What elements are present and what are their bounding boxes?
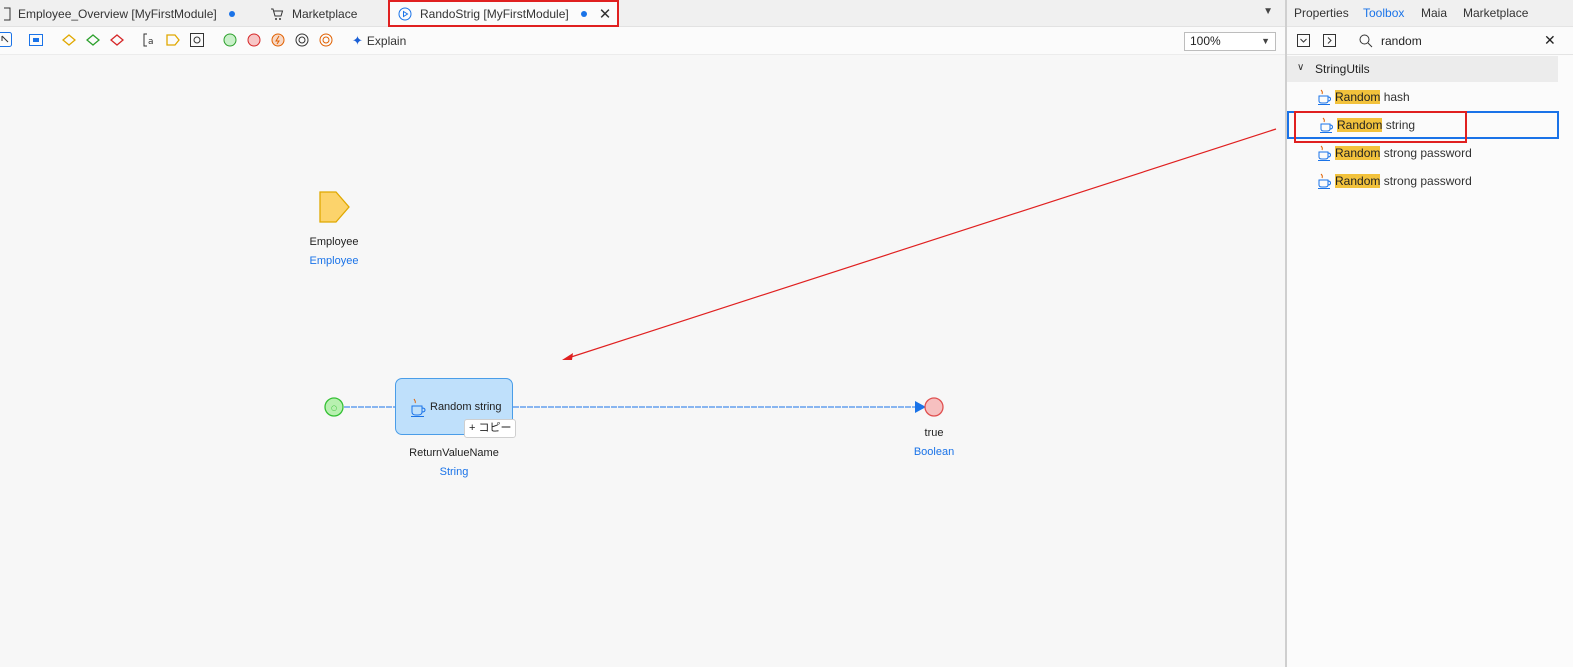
tab-label: Employee_Overview [MyFirstModule] bbox=[18, 6, 217, 21]
decision-green-icon[interactable] bbox=[86, 33, 100, 47]
flow-lines: ○ bbox=[319, 128, 1277, 417]
screen-tool-icon[interactable] bbox=[29, 33, 43, 47]
tab-marketplace[interactable]: Marketplace bbox=[270, 0, 357, 27]
return-variable-type: String bbox=[439, 466, 469, 478]
search-icon bbox=[1359, 34, 1373, 48]
cart-icon bbox=[271, 8, 284, 20]
end-event-icon[interactable] bbox=[247, 33, 261, 47]
expand-all-icon[interactable] bbox=[1323, 34, 1337, 48]
unsaved-dot bbox=[228, 10, 235, 17]
chevron-down-icon: ▼ bbox=[1261, 36, 1270, 46]
return-variable-name: ReturnValueName bbox=[409, 447, 499, 459]
java-action-icon bbox=[1318, 145, 1331, 161]
tab-marketplace[interactable]: Marketplace bbox=[1463, 6, 1528, 20]
chevron-down-icon[interactable]: ▼ bbox=[1263, 6, 1273, 17]
collapse-all-icon[interactable] bbox=[1297, 34, 1311, 48]
zoom-select[interactable]: 100% ▼ bbox=[1184, 32, 1276, 51]
toolbox-item[interactable]: Random hash bbox=[1287, 84, 1558, 110]
parameter-type: Employee bbox=[309, 255, 359, 267]
end-event-type: Boolean bbox=[913, 446, 955, 458]
pointer-tool-icon[interactable] bbox=[0, 32, 13, 48]
annotation-box-tab bbox=[388, 0, 619, 27]
toolbox-item-label: Random strong password bbox=[1335, 174, 1472, 188]
copy-tooltip: + コピー bbox=[464, 419, 516, 438]
app-window: Employee_Overview [MyFirstModule] Market… bbox=[0, 0, 1573, 667]
right-panel: Properties Toolbox Maia Marketplace rand… bbox=[1285, 0, 1573, 667]
svg-text:○: ○ bbox=[331, 404, 337, 412]
parameter-tool-icon[interactable] bbox=[166, 33, 180, 47]
decision-red-icon[interactable] bbox=[110, 33, 124, 47]
zoom-value: 100% bbox=[1190, 34, 1221, 48]
toolbox-search-bar: random ✕ bbox=[1287, 28, 1573, 55]
editor-tab-bar: Employee_Overview [MyFirstModule] Market… bbox=[0, 0, 1285, 27]
tab-label: Marketplace bbox=[292, 6, 358, 21]
decision-yellow-icon[interactable] bbox=[62, 33, 76, 47]
java-action-icon bbox=[1318, 89, 1331, 105]
parameter-name: Employee bbox=[309, 236, 359, 248]
continue-event-icon[interactable] bbox=[295, 33, 309, 47]
microflow-toolbar: a ✦ Explain 100% ▼ bbox=[0, 27, 1285, 55]
chevron-down-icon: ∨ bbox=[1297, 62, 1305, 73]
toolbox-item[interactable]: Random strong password bbox=[1287, 168, 1558, 194]
explain-label: Explain bbox=[366, 34, 407, 48]
toolbox-item-label: Random strong password bbox=[1335, 146, 1472, 160]
parameter-shape[interactable] bbox=[319, 191, 350, 223]
toolbox-item[interactable]: Random strong password bbox=[1287, 140, 1558, 166]
java-action-icon bbox=[1318, 173, 1331, 189]
microflow-canvas[interactable]: ○ Employee Employee Random string + コピー … bbox=[0, 56, 1285, 667]
arrowhead-icon bbox=[562, 353, 573, 360]
java-action-icon bbox=[411, 398, 426, 417]
tab-maia[interactable]: Maia bbox=[1421, 6, 1447, 20]
toolbox-item-label: Random hash bbox=[1335, 90, 1410, 104]
arrowhead-icon bbox=[915, 401, 926, 413]
close-icon[interactable]: ✕ bbox=[1544, 32, 1556, 49]
annotation-tool-icon[interactable]: a bbox=[142, 33, 156, 47]
svg-text:a: a bbox=[148, 37, 154, 47]
toolbox-group-header[interactable]: ∨ StringUtils bbox=[1287, 56, 1558, 82]
tab-toolbox[interactable]: Toolbox bbox=[1363, 6, 1404, 20]
sparkle-icon: ✦ bbox=[352, 33, 363, 48]
group-label: StringUtils bbox=[1315, 62, 1370, 76]
tab-properties[interactable]: Properties bbox=[1294, 6, 1349, 20]
annotation-arrow bbox=[567, 128, 1277, 359]
page-icon bbox=[4, 7, 11, 20]
end-event-value: true bbox=[924, 427, 944, 439]
loop-tool-icon[interactable] bbox=[190, 33, 204, 47]
end-event[interactable] bbox=[924, 397, 944, 417]
break-event-icon[interactable] bbox=[319, 33, 333, 47]
toolbox-search-input[interactable]: random bbox=[1381, 34, 1422, 48]
error-event-icon[interactable] bbox=[271, 33, 285, 47]
activity-label: Random string bbox=[430, 401, 502, 413]
explain-button[interactable]: ✦ Explain bbox=[352, 33, 406, 49]
panel-tab-bar: Properties Toolbox Maia Marketplace bbox=[1287, 0, 1573, 27]
start-event-icon[interactable] bbox=[223, 33, 237, 47]
annotation-box-item bbox=[1294, 111, 1467, 143]
tab-employee-overview[interactable]: Employee_Overview [MyFirstModule] bbox=[4, 0, 235, 27]
